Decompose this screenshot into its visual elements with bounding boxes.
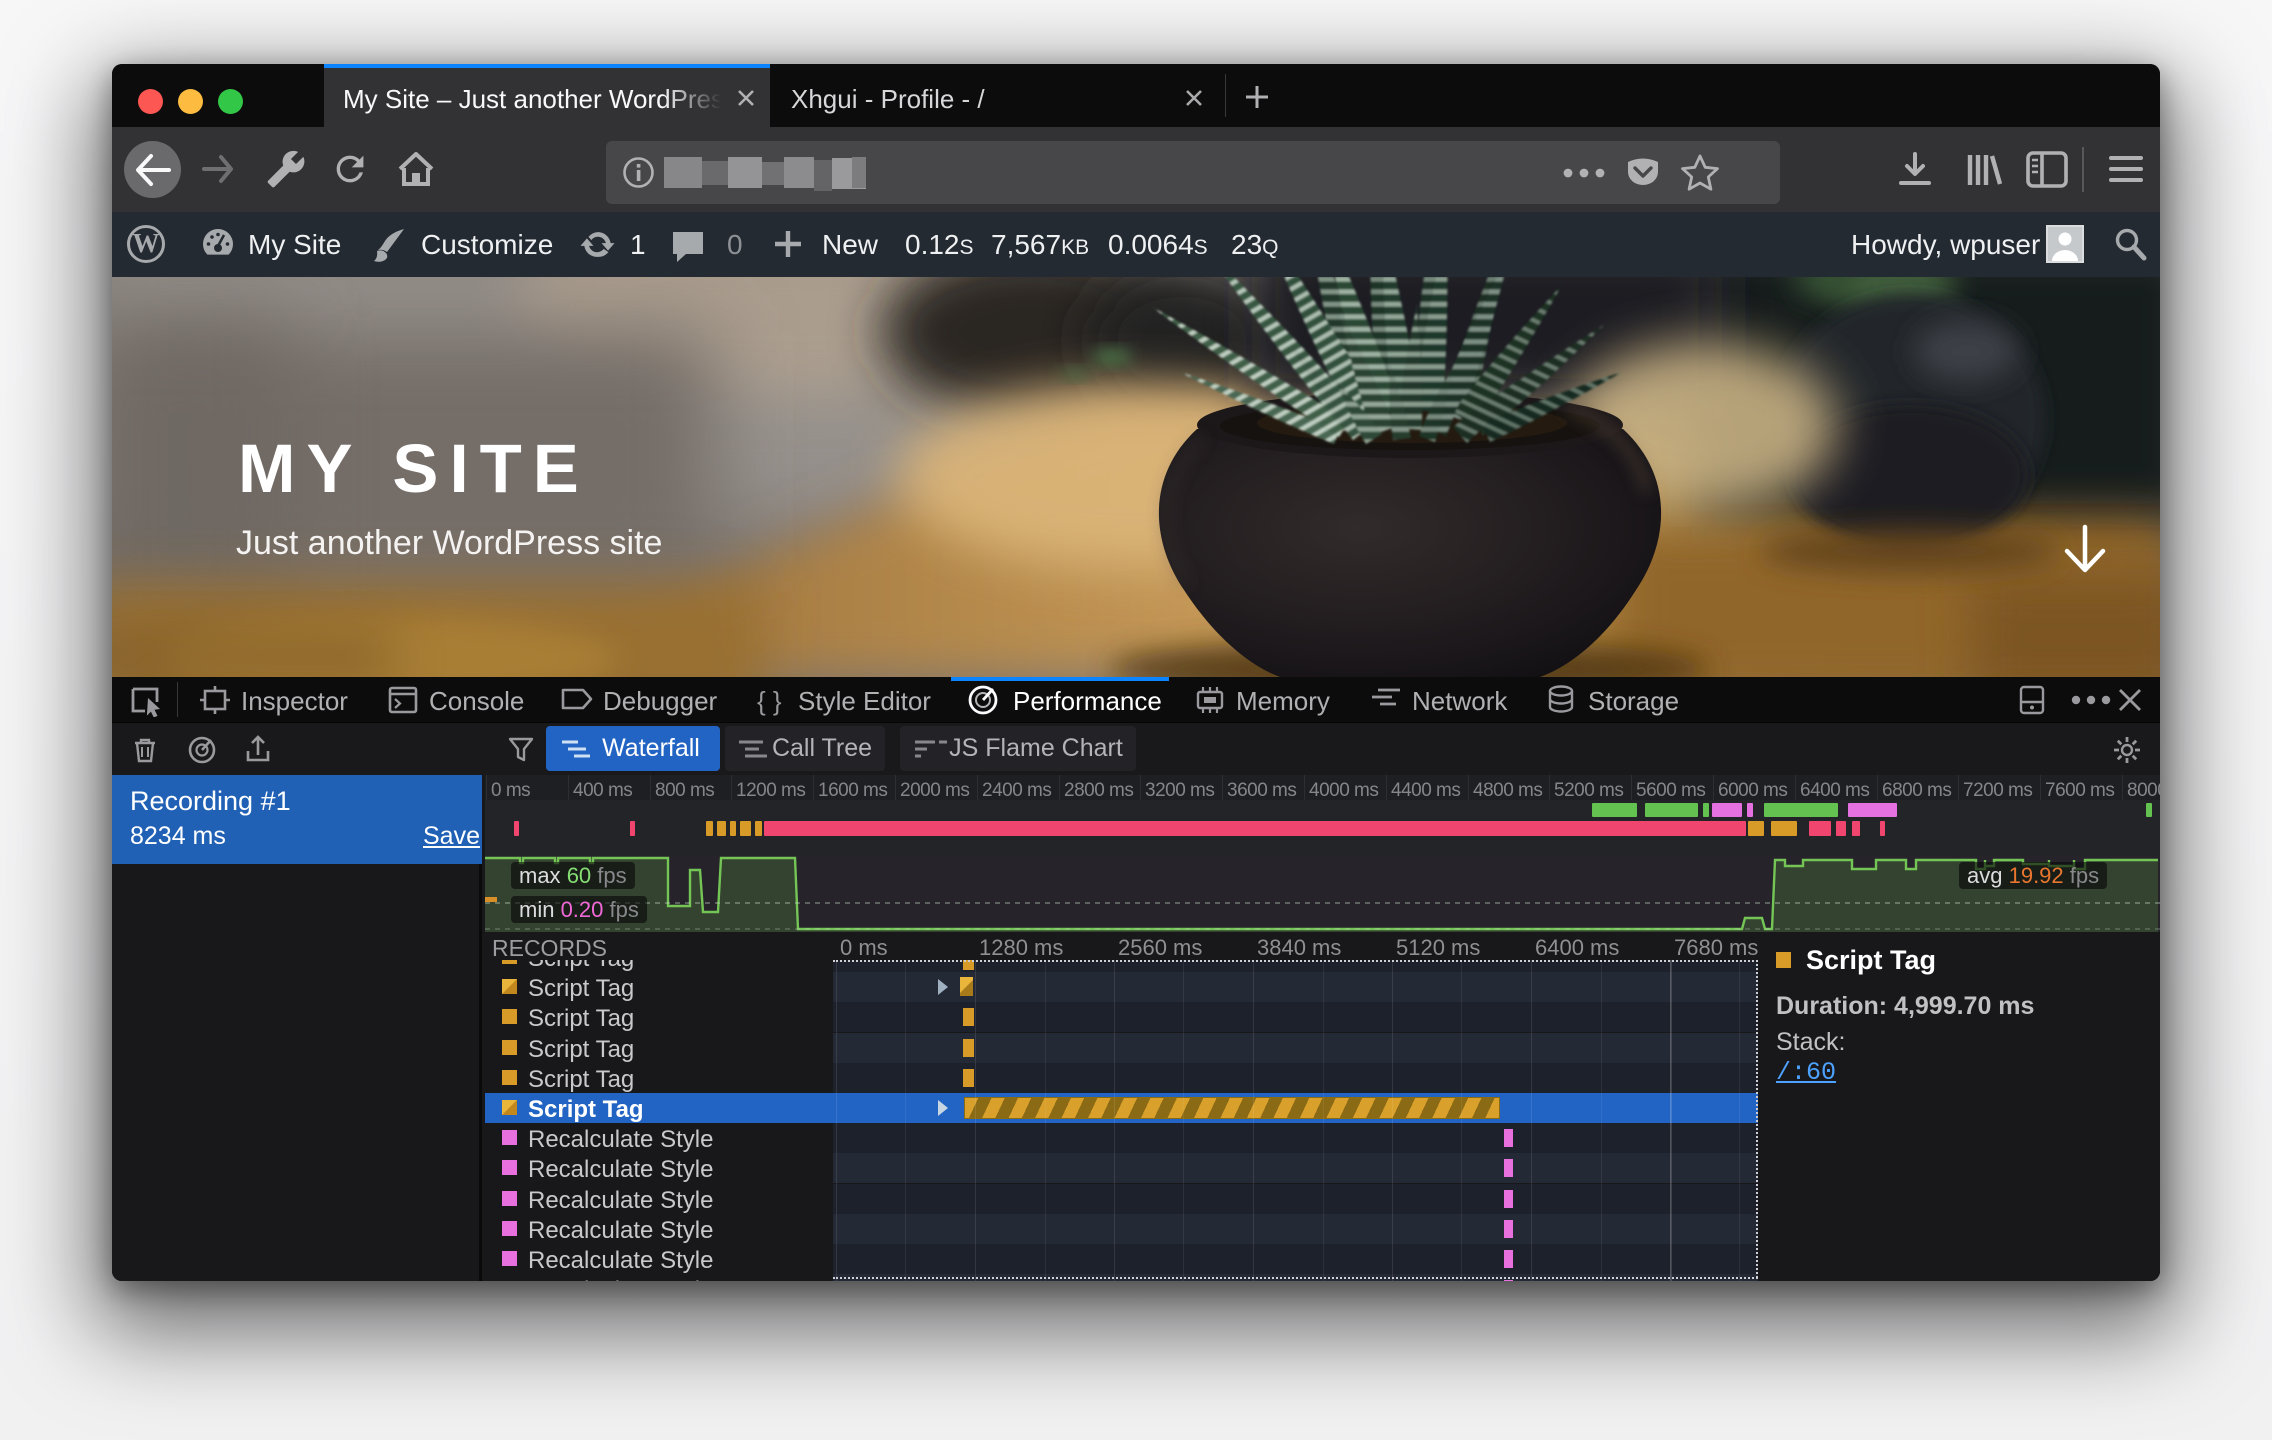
svg-text:MY SITE: MY SITE: [238, 430, 590, 507]
svg-text:W: W: [133, 228, 160, 258]
svg-text:Just another WordPress site: Just another WordPress site: [236, 524, 662, 562]
